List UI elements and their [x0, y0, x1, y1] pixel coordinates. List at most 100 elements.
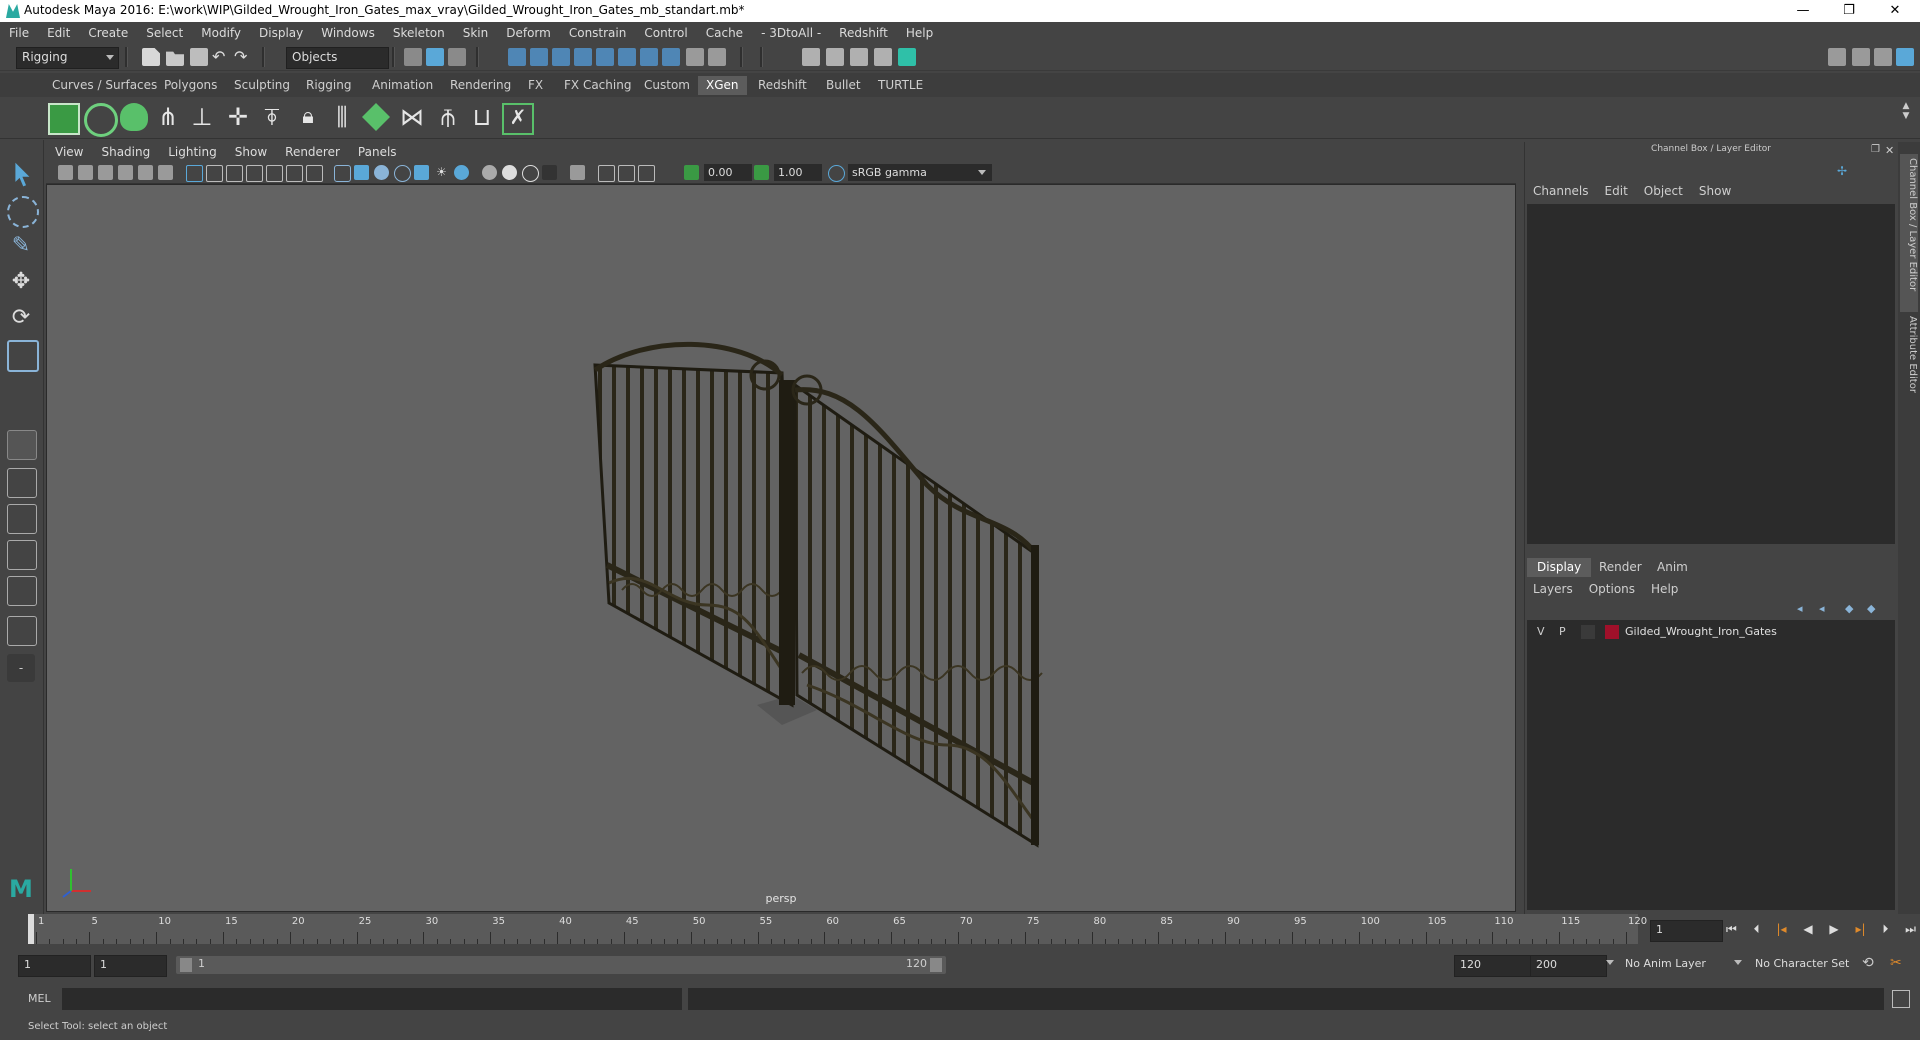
select-by-component-icon[interactable] [448, 48, 466, 66]
add-guide-icon[interactable]: ⊥ [188, 103, 216, 131]
make-live-icon[interactable] [596, 48, 614, 66]
minimize-button[interactable]: — [1780, 0, 1826, 22]
shelf-tab-fx[interactable]: FX [520, 76, 551, 95]
close-panel-icon[interactable]: ✕ [1885, 144, 1897, 157]
persp-graph-layout-icon[interactable] [7, 540, 37, 570]
perspective-viewport[interactable]: persp [46, 184, 1516, 912]
menu-skeleton[interactable]: Skeleton [384, 26, 454, 40]
close-button[interactable]: ✕ [1872, 0, 1918, 22]
depth-of-field-icon[interactable] [542, 165, 557, 180]
shelf-tab-sculpting[interactable]: Sculpting [226, 76, 298, 95]
persp-outliner-layout-icon[interactable] [7, 504, 37, 534]
shelf-tab-animation[interactable]: Animation [364, 76, 441, 95]
menu-create[interactable]: Create [79, 26, 137, 40]
select-by-object-type-icon[interactable] [426, 48, 444, 66]
shelf-tab-rendering[interactable]: Rendering [442, 76, 519, 95]
playback-end-field[interactable]: 120 [1454, 955, 1531, 977]
tab-display[interactable]: Display [1527, 558, 1592, 577]
layer-reference-toggle[interactable] [1581, 625, 1595, 639]
symmetry-icon[interactable] [662, 48, 680, 66]
character-set-dropdown[interactable]: No Character Set [1750, 955, 1875, 975]
snap-live-icon[interactable] [618, 48, 636, 66]
tab-anim[interactable]: Anim [1647, 558, 1698, 577]
shelf-tab-rigging[interactable]: Rigging [298, 76, 359, 95]
help-menu[interactable]: Help [1651, 582, 1678, 598]
layers-menu[interactable]: Layers [1533, 582, 1573, 598]
render-settings-icon[interactable] [874, 48, 892, 66]
color-management-icon[interactable] [828, 165, 845, 182]
menu-modify[interactable]: Modify [192, 26, 250, 40]
options-menu[interactable]: Options [1589, 582, 1635, 598]
menu-display[interactable]: Display [250, 26, 312, 40]
object-menu[interactable]: Object [1644, 184, 1683, 200]
motion-blur-icon[interactable] [502, 165, 517, 180]
select-tool-icon[interactable] [15, 162, 30, 187]
step-forward-key-icon[interactable]: ▸| [1855, 922, 1865, 938]
rotate-tool-icon[interactable]: ⟳ [7, 304, 35, 332]
range-slider[interactable]: 1 120 [176, 956, 946, 974]
menu-file[interactable]: File [0, 26, 38, 40]
channels-menu[interactable]: Channels [1533, 184, 1589, 200]
input-output-icon[interactable] [708, 48, 726, 66]
command-input[interactable] [62, 988, 682, 1010]
layer-name[interactable]: Gilded_Wrought_Iron_Gates [1625, 625, 1777, 638]
move-guide-icon[interactable]: ✛ [224, 103, 252, 131]
viewport-menu-panels[interactable]: Panels [349, 145, 406, 159]
image-plane-icon[interactable] [118, 165, 133, 180]
anti-aliasing-icon[interactable] [522, 165, 539, 182]
bookmark-icon[interactable] [98, 165, 113, 180]
range-end-handle[interactable] [930, 958, 942, 972]
smooth-shade-all-icon[interactable] [354, 165, 369, 180]
grease-pencil-icon[interactable] [158, 165, 173, 180]
lock-icon[interactable] [686, 48, 704, 66]
menu-skin[interactable]: Skin [454, 26, 498, 40]
textured-icon[interactable] [414, 165, 429, 180]
layer-color-swatch[interactable] [1605, 625, 1619, 639]
snap-to-point-icon[interactable] [552, 48, 570, 66]
new-layer-from-selection-icon[interactable]: ◆ [1867, 602, 1881, 616]
shelf-tab-bullet[interactable]: Bullet [818, 76, 869, 95]
wireframe-on-shaded-icon[interactable] [394, 165, 411, 182]
menu-help[interactable]: Help [897, 26, 942, 40]
step-back-frame-icon[interactable]: ⏴ [1754, 922, 1760, 938]
grid-toggle-icon[interactable] [186, 165, 203, 182]
maximize-button[interactable]: ❐ [1826, 0, 1872, 22]
layout-options-icon[interactable]: - [7, 654, 35, 682]
two-d-pan-zoom-icon[interactable] [138, 165, 153, 180]
menu-set-dropdown[interactable]: Rigging [16, 47, 119, 69]
open-scene-icon[interactable] [166, 51, 184, 66]
modifier-noise-icon[interactable]: ⫚ [434, 103, 462, 131]
float-panel-icon[interactable]: ❐ [1871, 144, 1883, 156]
select-camera-icon[interactable] [58, 165, 73, 180]
use-all-lights-icon[interactable]: ☀ [434, 165, 449, 180]
film-gate-icon[interactable] [206, 165, 223, 182]
xgen-editor-icon[interactable] [48, 103, 80, 135]
snap-vertex-icon[interactable] [640, 48, 658, 66]
layer-row[interactable]: V P Gilded_Wrought_Iron_Gates [1527, 622, 1895, 642]
xray-icon[interactable] [598, 165, 615, 182]
modifier-cut-icon[interactable]: ⊔ [468, 103, 496, 131]
safe-action-icon[interactable] [286, 165, 303, 182]
gate-mask-icon[interactable] [246, 165, 263, 182]
viewport-menu-shading[interactable]: Shading [92, 145, 159, 159]
xgen-primitive-icon[interactable] [120, 103, 148, 131]
persp-hypershade-layout-icon[interactable] [7, 576, 37, 606]
shelf-tab-polygons[interactable]: Polygons [156, 76, 225, 95]
menu-edit[interactable]: Edit [38, 26, 79, 40]
hypershade-icon[interactable] [898, 48, 916, 66]
current-frame-field[interactable]: 1 [1650, 920, 1723, 942]
guides-to-curves-icon[interactable]: ⫼ [328, 103, 356, 131]
viewport-menu-lighting[interactable]: Lighting [159, 145, 226, 159]
animation-preferences-icon[interactable]: ✂ [1890, 955, 1908, 973]
attribute-editor-toggle-icon[interactable] [1852, 48, 1870, 66]
go-to-end-icon[interactable]: ⏭ [1905, 922, 1916, 938]
isolate-select-icon[interactable] [570, 165, 585, 180]
default-material-icon[interactable] [374, 165, 389, 180]
xray-active-components-icon[interactable] [618, 165, 635, 182]
tab-channel-box-layer-editor[interactable]: Channel Box / Layer Editor [1900, 154, 1918, 312]
move-layer-up-icon[interactable]: ◂ [1797, 602, 1811, 616]
shelf-tab-fx-caching[interactable]: FX Caching [556, 76, 639, 95]
redo-icon[interactable]: ↷ [234, 48, 252, 66]
range-start-handle[interactable] [180, 958, 192, 972]
end-time-field[interactable]: 200 [1530, 955, 1607, 977]
